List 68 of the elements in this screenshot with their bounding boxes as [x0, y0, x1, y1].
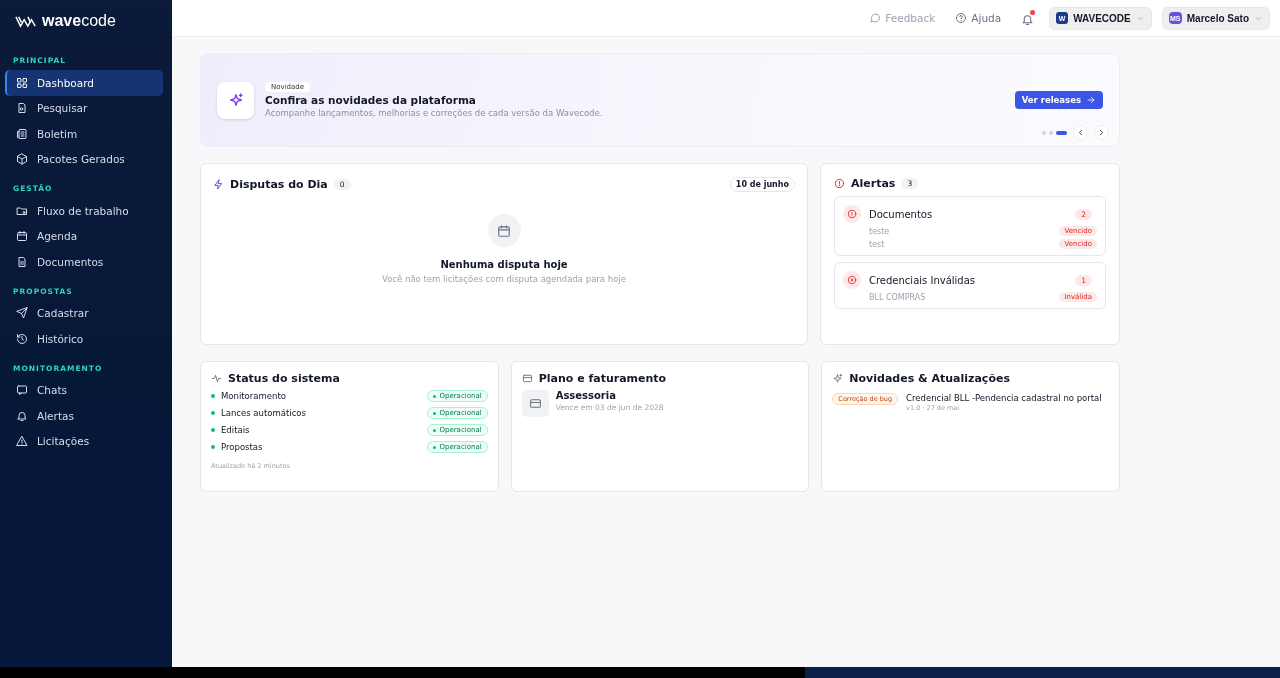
arrow-right-icon	[1086, 95, 1096, 105]
package-icon	[16, 153, 28, 166]
chevron-right-icon	[1097, 128, 1106, 137]
sidebar-item[interactable]: Boletim	[5, 121, 163, 147]
carousel-dot[interactable]	[1049, 130, 1053, 135]
error-icon	[847, 275, 857, 285]
sidebar-item[interactable]: Histórico	[5, 326, 163, 352]
sidebar-item[interactable]: Dashboard	[5, 70, 163, 96]
sparkle-icon	[227, 92, 244, 108]
previous-button[interactable]	[1073, 125, 1088, 140]
alert-icon	[834, 178, 845, 189]
plan-name: Assessoria	[555, 390, 617, 401]
sidebar-item[interactable]: Pesquisar	[5, 95, 163, 121]
alert-title: Documentos	[869, 208, 933, 220]
banner-subtitle: Acompanhe lançamentos, melhorias e correções de cada versão da Wavecode.	[265, 108, 603, 118]
card-title: Plano e faturamento	[538, 372, 667, 385]
alert-item: BLL COMPRAS	[869, 292, 926, 302]
service-name: Editais	[221, 425, 250, 435]
sidebar-item[interactable]: Cadastrar	[5, 300, 163, 326]
credit-card-icon	[521, 373, 533, 384]
logo-text: wavecode	[42, 12, 116, 30]
sidebar-item[interactable]: Fluxo de trabalho	[5, 198, 163, 224]
history-icon	[16, 332, 28, 345]
bell-icon	[16, 409, 28, 422]
bell-icon	[1021, 13, 1035, 26]
update-title[interactable]: Credencial BLL -Pendencia cadastral no portal	[906, 393, 1102, 403]
alert-title: Credenciais Inválidas	[869, 274, 975, 286]
alert-icon	[847, 209, 857, 219]
chat-icon	[16, 384, 28, 397]
sidebar-item[interactable]: Alertas	[5, 403, 163, 429]
card-title: Disputas do Dia	[230, 178, 328, 191]
card-title: Status do sistema	[228, 372, 340, 385]
help-icon	[955, 12, 968, 24]
folder-icon	[16, 204, 28, 217]
chevron-left-icon	[1076, 128, 1085, 137]
newspaper-icon	[16, 127, 28, 140]
empty-title: Nenhuma disputa hoje	[440, 259, 568, 270]
empty-text: Você não tem licitações com disputa agendada para hoje	[382, 274, 626, 284]
warning-icon	[16, 435, 28, 448]
lightning-icon	[213, 179, 224, 190]
send-icon	[16, 307, 28, 320]
notifications-button[interactable]	[1021, 11, 1036, 25]
message-icon	[869, 12, 882, 24]
alert-item: teste	[869, 226, 890, 236]
activity-icon	[211, 373, 222, 384]
service-name: Monitoramento	[221, 391, 286, 401]
sidebar-item[interactable]: Agenda	[5, 223, 163, 249]
document-icon	[16, 255, 28, 268]
calendar-icon	[497, 223, 511, 238]
help-link[interactable]: Ajuda	[955, 12, 1002, 24]
sparkle-icon	[832, 373, 844, 384]
carousel-dot[interactable]	[1042, 130, 1046, 135]
alert-item: test	[869, 239, 885, 249]
document-search-icon	[16, 102, 28, 115]
banner-title: Confira as novidades da plataforma	[265, 94, 476, 106]
sidebar-item[interactable]: Pacotes Gerados	[5, 146, 163, 172]
calendar-icon	[16, 230, 28, 243]
service-name: Propostas	[221, 442, 263, 452]
card-title: Novidades & Atualizações	[849, 372, 1010, 385]
card-title: Alertas	[851, 177, 896, 190]
service-name: Lances automáticos	[221, 408, 306, 418]
next-button[interactable]	[1094, 125, 1109, 140]
credit-card-icon	[528, 397, 542, 410]
sidebar-item[interactable]: Licitações	[5, 428, 163, 454]
grid-icon	[16, 76, 28, 89]
releases-button[interactable]: Ver releases	[1014, 91, 1103, 109]
sidebar-item[interactable]: Chats	[5, 377, 163, 403]
sidebar-item[interactable]: Documentos	[5, 249, 163, 275]
